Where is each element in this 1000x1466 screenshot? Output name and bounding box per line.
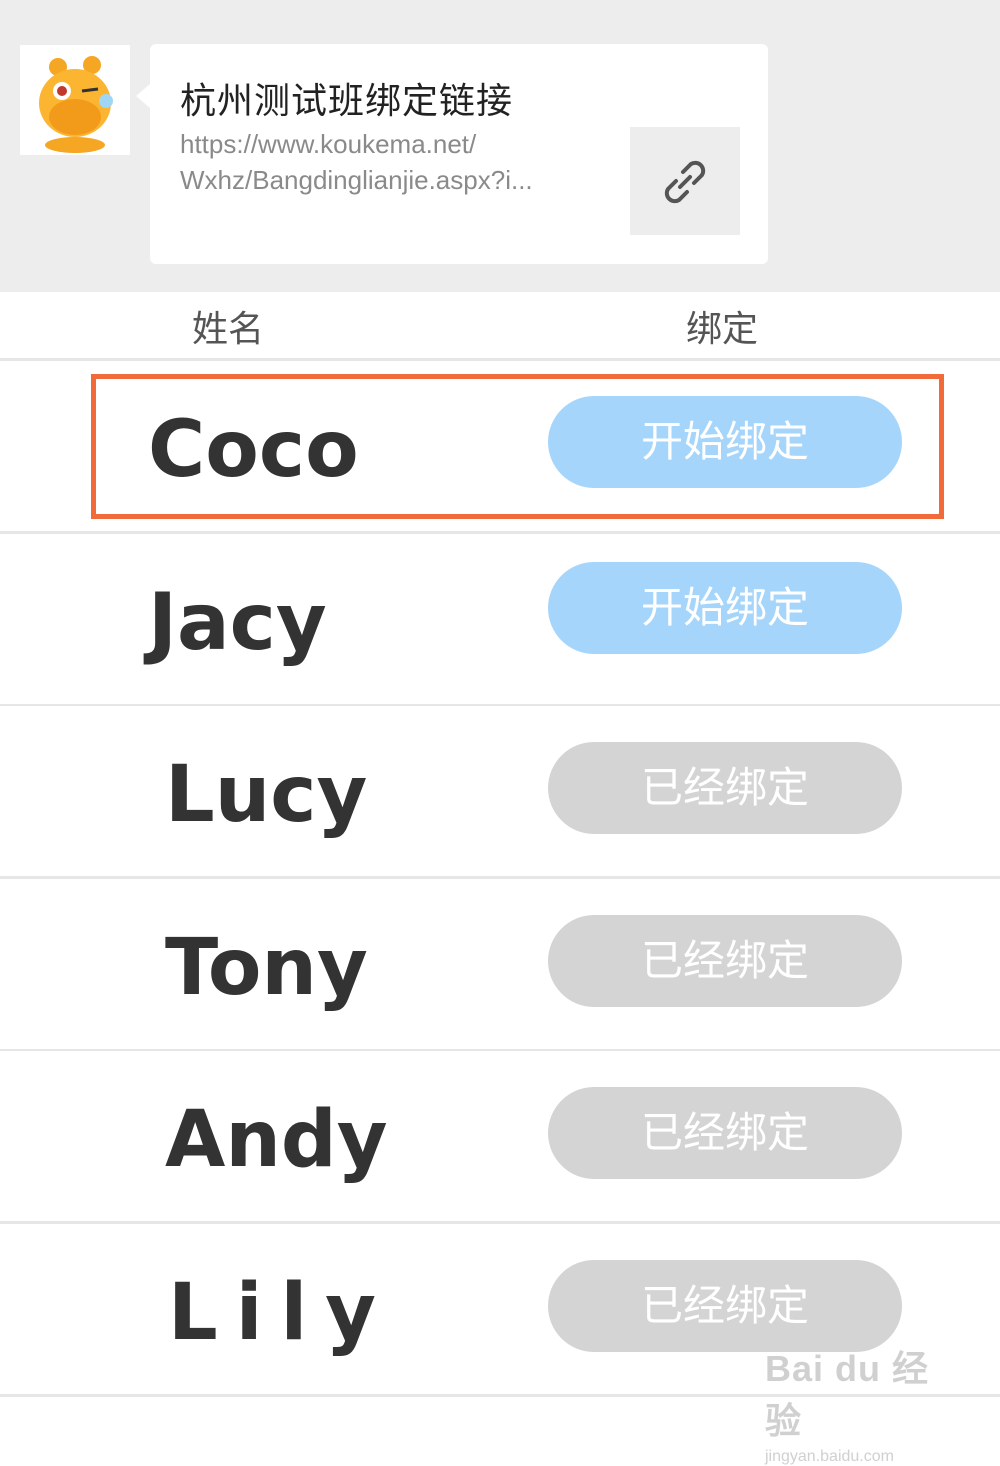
message-url-line1: https://www.koukema.net/ <box>180 129 477 159</box>
bound-button[interactable]: 已经绑定 <box>548 1260 902 1352</box>
link-icon <box>664 160 706 204</box>
watermark-main: Bai du 经验 <box>765 1348 930 1441</box>
link-thumbnail <box>630 127 740 235</box>
table-row: Jacy 开始绑定 <box>0 534 1000 707</box>
student-name: Jacy <box>148 578 327 668</box>
message-url: https://www.koukema.net/ Wxhz/Bangdingli… <box>180 126 610 198</box>
message-url-line2: Wxhz/Bangdinglianjie.aspx?i... <box>180 165 533 195</box>
header-name: 姓名 <box>192 309 265 350</box>
student-name: Tony <box>165 923 368 1013</box>
bound-button[interactable]: 已经绑定 <box>548 742 902 834</box>
start-bind-button[interactable]: 开始绑定 <box>548 396 902 488</box>
message-title: 杭州测试班绑定链接 <box>180 81 514 122</box>
table-row: Andy 已经绑定 <box>0 1051 1000 1224</box>
header-bind: 绑定 <box>686 309 759 350</box>
chat-area: 杭州测试班绑定链接 https://www.koukema.net/ Wxhz/… <box>0 0 1000 292</box>
link-message-card[interactable]: 杭州测试班绑定链接 https://www.koukema.net/ Wxhz/… <box>136 44 768 264</box>
table-row: Coco 开始绑定 <box>0 361 1000 534</box>
hippo-mascot-icon <box>39 56 113 153</box>
bound-button[interactable]: 已经绑定 <box>548 1087 902 1179</box>
student-name: Lucy <box>165 750 368 840</box>
avatar[interactable] <box>20 45 130 155</box>
bubble-tail <box>136 84 150 108</box>
baidu-watermark: Bai du 经验 jingyan.baidu.com <box>765 1340 955 1465</box>
table-row: Lucy 已经绑定 <box>0 706 1000 879</box>
start-bind-button[interactable]: 开始绑定 <box>548 562 902 654</box>
student-name: Coco <box>148 405 359 495</box>
bound-button[interactable]: 已经绑定 <box>548 915 902 1007</box>
table-header: 姓名 绑定 <box>0 292 1000 361</box>
student-name: Andy <box>165 1095 388 1185</box>
student-name: Lily <box>168 1268 395 1358</box>
table-row: Tony 已经绑定 <box>0 879 1000 1052</box>
